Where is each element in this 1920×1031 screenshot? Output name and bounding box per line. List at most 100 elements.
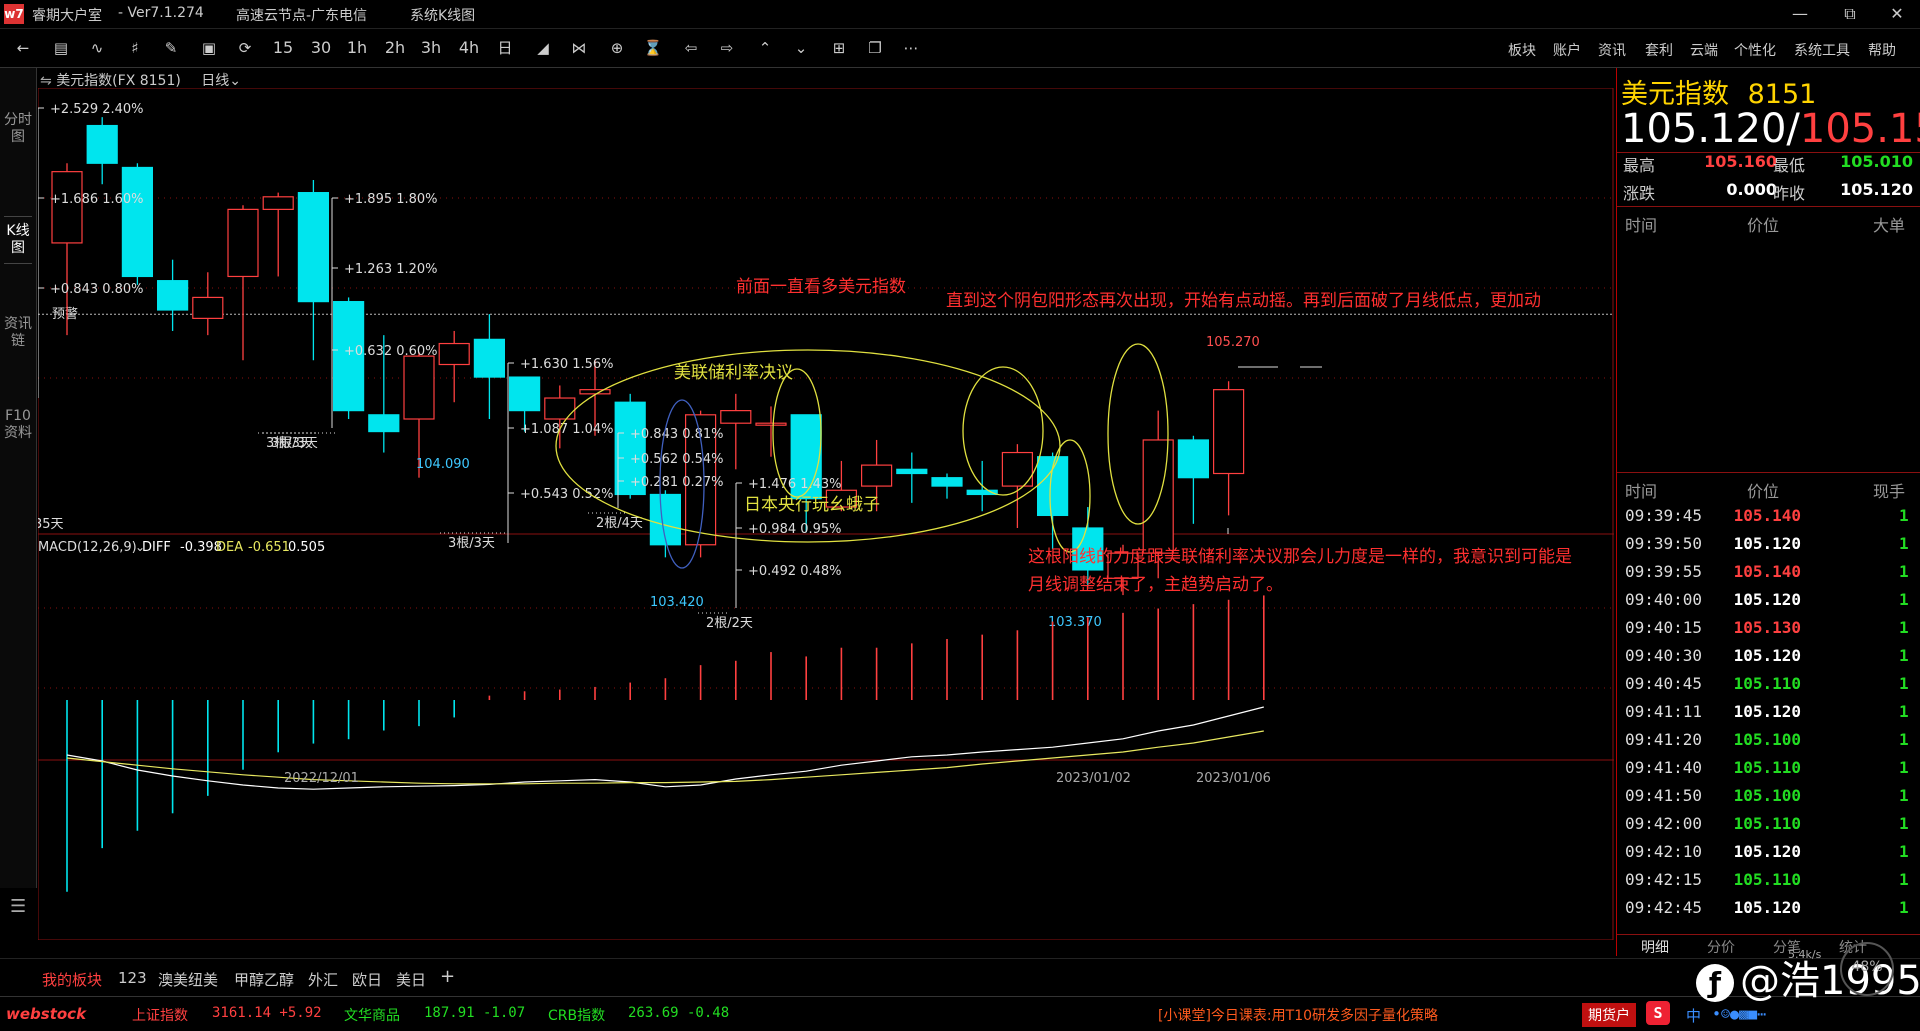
hourglass-icon[interactable]: ⌛ [642,38,664,58]
index-name[interactable]: 上证指数 [132,1005,188,1025]
tab-news-chain[interactable]: 资讯链 [4,316,32,350]
title-bar: w7 睿期大户室 - Ver7.1.274 高速云节点-广东电信 系统K线图 —… [0,0,1920,29]
tick-tab-0[interactable]: 明细 [1641,937,1669,957]
tick-row[interactable]: 09:42:10 105.120 1 [1617,838,1920,866]
menu-item-0[interactable]: 板块 [1508,40,1536,60]
tick-row[interactable]: 09:41:40 105.110 1 [1617,754,1920,782]
minimize-icon[interactable]: — [1783,2,1817,26]
symbol-name: 美元指数(FX 8151) [56,73,181,89]
menu-item-3[interactable]: 套利 [1645,40,1673,60]
kline-chart[interactable]: 预警 +2.529 2.40% +1.686 1.60% +0.843 0.80% 3根… [38,88,1614,940]
tick-row[interactable]: 09:40:15 105.130 1 [1617,614,1920,642]
index-name[interactable]: CRB指数 [548,1005,605,1025]
move-left-icon[interactable]: ⇦ [680,38,702,58]
ime-tools-icon[interactable]: •☺●▩■⋯ [1712,1005,1766,1023]
range-span-label: 3根/3天 [448,536,495,551]
candle-body [403,355,435,420]
candle-body [156,280,189,311]
range-level-label: +0.984 0.95% [748,522,842,537]
crosshair-icon[interactable]: ⊕ [606,38,628,58]
network-speed-widget[interactable]: 48% [1840,942,1894,996]
prev-close-value: 105.120 [1840,180,1913,199]
period-selector[interactable]: 日线⌄ [201,73,241,89]
macd-dea-value: -0.651 [248,540,290,555]
daily-period-icon[interactable]: 日 [494,38,516,58]
back-arrow-icon[interactable]: ← [12,38,34,58]
tick-row[interactable]: 09:39:50 105.120 1 [1617,530,1920,558]
move-right-icon[interactable]: ⇨ [716,38,738,58]
menu-item-6[interactable]: 系统工具 [1794,40,1850,60]
tick-time: 09:42:10 [1625,842,1703,861]
period-button-30[interactable]: 30 [310,38,332,58]
draw-tool-icon[interactable]: ✎ [160,38,182,58]
tick-price: 105.100 [1733,786,1801,805]
menu-item-2[interactable]: 资讯 [1598,40,1626,60]
tick-row[interactable]: 09:39:45 105.140 1 [1617,502,1920,530]
period-button-2h[interactable]: 2h [384,38,406,58]
scroll-down-icon[interactable]: ⌄ [790,38,812,58]
window-stack-icon[interactable]: ❐ [864,38,886,58]
more-icon[interactable]: ⋯ [900,38,922,58]
sector-tab-6[interactable]: 美日 [396,969,426,990]
futures-account-button[interactable]: 期货户 [1582,1003,1636,1027]
tick-row[interactable]: 09:39:55 105.140 1 [1617,558,1920,586]
tick-row[interactable]: 09:40:00 105.120 1 [1617,586,1920,614]
period-button-4h[interactable]: 4h [458,38,480,58]
tick-row[interactable]: 09:40:30 105.120 1 [1617,642,1920,670]
ime-language[interactable]: 中 [1686,1005,1701,1026]
sector-tab-1[interactable]: 123 [118,969,147,987]
tick-row[interactable]: 09:41:20 105.100 1 [1617,726,1920,754]
tick-row[interactable]: 09:42:45 105.120 1 [1617,894,1920,922]
candlestick-icon[interactable]: ♯ [124,38,146,58]
tab-f10[interactable]: F10资料 [4,408,32,442]
price-label: 103.370 [1048,615,1102,630]
period-button-1h[interactable]: 1h [346,38,368,58]
sector-tab-3[interactable]: 甲醇乙醇 [234,969,294,990]
period-button-3h[interactable]: 3h [420,38,442,58]
ime-s-icon[interactable]: S [1646,1001,1670,1025]
refresh-icon[interactable]: ⟳ [234,38,256,58]
close-icon[interactable]: ✕ [1880,2,1914,26]
maximize-icon[interactable]: ⧉ [1833,2,1867,26]
menu-item-7[interactable]: 帮助 [1868,40,1896,60]
link-icon[interactable]: ⇋ [40,73,52,89]
tab-kline[interactable]: K线图 [4,216,32,264]
watermark-logo-icon: ƒ [1696,964,1734,1002]
tick-header-price: 价位 [1747,482,1780,501]
period-button-15[interactable]: 15 [272,38,294,58]
sector-tab-2[interactable]: 澳美纽美 [158,969,218,990]
list-menu-icon[interactable]: ☰ [10,896,26,917]
low-value: 105.010 [1840,152,1913,171]
tick-row[interactable]: 09:42:00 105.110 1 [1617,810,1920,838]
tick-row[interactable]: 09:41:50 105.100 1 [1617,782,1920,810]
zoom-in-icon[interactable]: ◢ [532,38,554,58]
tick-list[interactable]: 09:39:45 105.140 1 09:39:50 105.120 1 09:39:55… [1617,502,1920,922]
range-span-label: 2根/2天 [706,616,753,631]
tab-intraday[interactable]: 分时图 [4,112,32,146]
tick-row[interactable]: 09:41:11 105.120 1 [1617,698,1920,726]
layout-grid-icon[interactable]: ⊞ [828,38,850,58]
candle-body [368,414,400,433]
scroll-up-icon[interactable]: ⌃ [754,38,776,58]
tick-time: 09:40:30 [1625,646,1703,665]
candle-body [227,208,259,278]
tick-row[interactable]: 09:40:45 105.110 1 [1617,670,1920,698]
menu-item-5[interactable]: 个性化 [1734,40,1776,60]
sector-tab-4[interactable]: 外汇 [308,969,338,990]
news-ticker[interactable]: [小课堂]今日课表:用T10研发多因子量化策略 [1158,1005,1438,1025]
candle-body [1212,389,1245,475]
table-view-icon[interactable]: ▤ [50,38,72,58]
candle-body [860,464,893,487]
line-chart-icon[interactable]: ∿ [86,38,108,58]
view-name: 系统K线图 [410,8,476,24]
sector-tab-0[interactable]: 我的板块 [42,969,102,990]
zoom-out-icon[interactable]: ⋈ [568,38,590,58]
menu-item-4[interactable]: 云端 [1690,40,1718,60]
add-sector-button[interactable]: + [440,966,455,987]
menu-item-1[interactable]: 账户 [1553,40,1581,60]
sector-tab-5[interactable]: 欧日 [352,969,382,990]
index-name[interactable]: 文华商品 [344,1005,400,1025]
bid-price: 105.120 [1621,106,1787,152]
tick-row[interactable]: 09:42:15 105.110 1 [1617,866,1920,894]
save-icon[interactable]: ▣ [198,38,220,58]
